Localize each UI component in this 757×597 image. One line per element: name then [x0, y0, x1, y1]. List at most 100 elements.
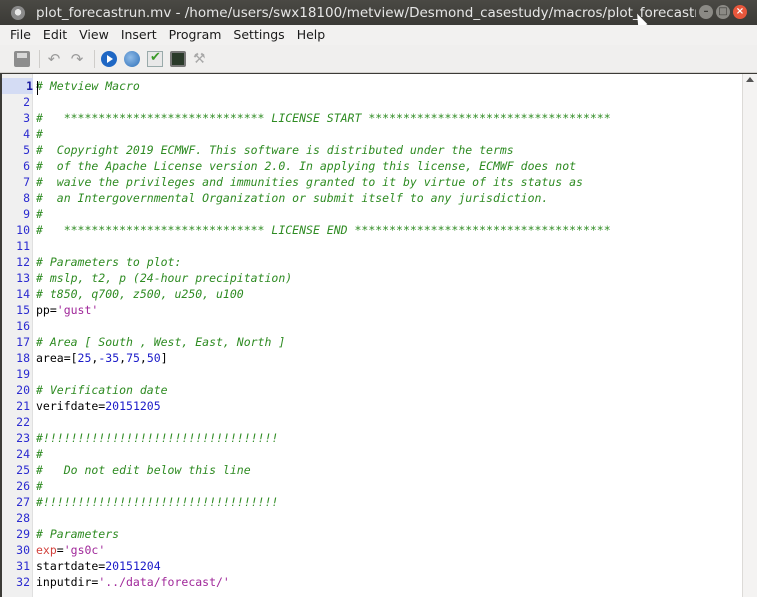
code-token: 'gust': [56, 303, 99, 317]
code-line[interactable]: 5 # Copyright 2019 ECMWF. This software i…: [2, 142, 742, 158]
code-line[interactable]: 2: [2, 94, 742, 110]
code-line[interactable]: 32 inputdir='../data/forecast/': [2, 574, 742, 590]
code-token: 20151205: [105, 399, 161, 413]
code-line[interactable]: 29 # Parameters: [2, 526, 742, 542]
code-token: # of the Apache License version 2.0. In …: [36, 159, 577, 173]
code-line[interactable]: 15 pp='gust': [2, 302, 742, 318]
code-token: # Parameters to plot:: [36, 255, 182, 269]
line-text: exp='gs0c': [36, 542, 105, 558]
menu-view[interactable]: View: [73, 25, 115, 45]
code-token: 50: [146, 351, 161, 365]
line-text: # Parameters: [36, 526, 119, 542]
code-token: #!!!!!!!!!!!!!!!!!!!!!!!!!!!!!!!!!!: [36, 431, 279, 445]
code-line[interactable]: 30 exp='gs0c': [2, 542, 742, 558]
line-number: 31: [16, 559, 30, 573]
code-line[interactable]: 21 verifdate=20151205: [2, 398, 742, 414]
line-number: 22: [16, 415, 30, 429]
menu-file[interactable]: File: [0, 25, 37, 45]
menu-insert[interactable]: Insert: [115, 25, 163, 45]
code-line[interactable]: 16: [2, 318, 742, 334]
run-icon[interactable]: [101, 50, 117, 67]
code-line[interactable]: 24 #: [2, 446, 742, 462]
code-line[interactable]: 18 area=[25,-35,75,50]: [2, 350, 742, 366]
window-controls: – □ ×: [699, 5, 747, 19]
code-token: inputdir=: [36, 575, 99, 589]
line-text: verifdate=20151205: [36, 398, 161, 414]
code-line[interactable]: 7 # waive the privileges and immunities g…: [2, 174, 742, 190]
code-line[interactable]: 8 # an Intergovernmental Organization or …: [2, 190, 742, 206]
line-number: 19: [16, 367, 30, 381]
code-line[interactable]: 31 startdate=20151204: [2, 558, 742, 574]
code-editor[interactable]: 1 # Metview Macro 2 3 # ********************…: [2, 74, 742, 597]
minimize-button[interactable]: –: [699, 5, 713, 19]
code-line[interactable]: 4 #: [2, 126, 742, 142]
menu-help[interactable]: Help: [291, 25, 332, 45]
code-line[interactable]: 26 #: [2, 478, 742, 494]
scroll-up-icon[interactable]: [746, 77, 754, 82]
code-line[interactable]: 14 # t850, q700, z500, u250, u100: [2, 286, 742, 302]
code-line[interactable]: 1 # Metview Macro: [2, 78, 742, 95]
line-text: # of the Apache License version 2.0. In …: [36, 158, 576, 174]
code-token: #: [36, 207, 43, 221]
redo-icon[interactable]: ↷: [69, 51, 85, 67]
line-number: 7: [23, 175, 30, 189]
maximize-button[interactable]: □: [716, 5, 730, 19]
menu-edit[interactable]: Edit: [37, 25, 73, 45]
line-number: 13: [16, 271, 30, 285]
text-caret: [37, 81, 38, 95]
close-button[interactable]: ×: [733, 5, 747, 19]
code-line[interactable]: 27 #!!!!!!!!!!!!!!!!!!!!!!!!!!!!!!!!!!: [2, 494, 742, 510]
line-number: 4: [23, 127, 30, 141]
code-line[interactable]: 20 # Verification date: [2, 382, 742, 398]
visualise-icon[interactable]: [124, 50, 140, 67]
code-token: #!!!!!!!!!!!!!!!!!!!!!!!!!!!!!!!!!!: [36, 495, 279, 509]
line-text: # an Intergovernmental Organization or s…: [36, 190, 548, 206]
line-text: pp='gust': [36, 302, 98, 318]
menu-program[interactable]: Program: [163, 25, 228, 45]
line-number: 15: [16, 303, 30, 317]
check-syntax-icon[interactable]: [147, 50, 163, 67]
tools-icon[interactable]: ⚒: [193, 51, 209, 67]
line-text: #: [36, 446, 43, 462]
code-token: ,: [139, 351, 147, 365]
line-text: # Copyright 2019 ECMWF. This software is…: [36, 142, 514, 158]
code-token: #: [36, 447, 43, 461]
line-number: 30: [16, 543, 30, 557]
code-line[interactable]: 6 # of the Apache License version 2.0. In…: [2, 158, 742, 174]
line-number: 2: [23, 95, 30, 109]
vertical-scrollbar[interactable]: [742, 74, 757, 597]
line-number: 21: [16, 399, 30, 413]
code-line[interactable]: 10 # ***************************** LICENS…: [2, 222, 742, 238]
line-text: #: [36, 478, 43, 494]
app-icon[interactable]: [11, 5, 25, 20]
code-line[interactable]: 25 # Do not edit below this line: [2, 462, 742, 478]
code-token: # Verification date: [36, 383, 168, 397]
line-number: 12: [16, 255, 30, 269]
line-number: 5: [23, 143, 30, 157]
code-token: #: [36, 479, 43, 493]
window-title: plot_forecastrun.mv - /home/users/swx181…: [36, 4, 696, 21]
menu-settings[interactable]: Settings: [227, 25, 290, 45]
code-line[interactable]: 11: [2, 238, 742, 254]
line-number: 32: [16, 575, 30, 589]
line-text: startdate=20151204: [36, 558, 161, 574]
code-line[interactable]: 9 #: [2, 206, 742, 222]
code-line[interactable]: 22: [2, 414, 742, 430]
code-token: # Do not edit below this line: [36, 463, 251, 477]
monitor-icon[interactable]: [170, 50, 186, 67]
code-line[interactable]: 28: [2, 510, 742, 526]
code-line[interactable]: 23 #!!!!!!!!!!!!!!!!!!!!!!!!!!!!!!!!!!: [2, 430, 742, 446]
code-token: # mslp, t2, p (24-hour precipitation): [36, 271, 293, 285]
code-line[interactable]: 13 # mslp, t2, p (24-hour precipitation): [2, 270, 742, 286]
code-line[interactable]: 12 # Parameters to plot:: [2, 254, 742, 270]
line-text: # Parameters to plot:: [36, 254, 181, 270]
code-line[interactable]: 17 # Area [ South , West, East, North ]: [2, 334, 742, 350]
save-icon[interactable]: [14, 50, 30, 67]
toolbar: ↶ ↷ ⚒: [0, 45, 757, 73]
line-number: 25: [16, 463, 30, 477]
code-line[interactable]: 19: [2, 366, 742, 382]
line-number: 11: [16, 239, 30, 253]
undo-icon[interactable]: ↶: [46, 51, 62, 67]
code-line[interactable]: 3 # ***************************** LICENSE…: [2, 110, 742, 126]
code-token: area=[: [36, 351, 78, 365]
